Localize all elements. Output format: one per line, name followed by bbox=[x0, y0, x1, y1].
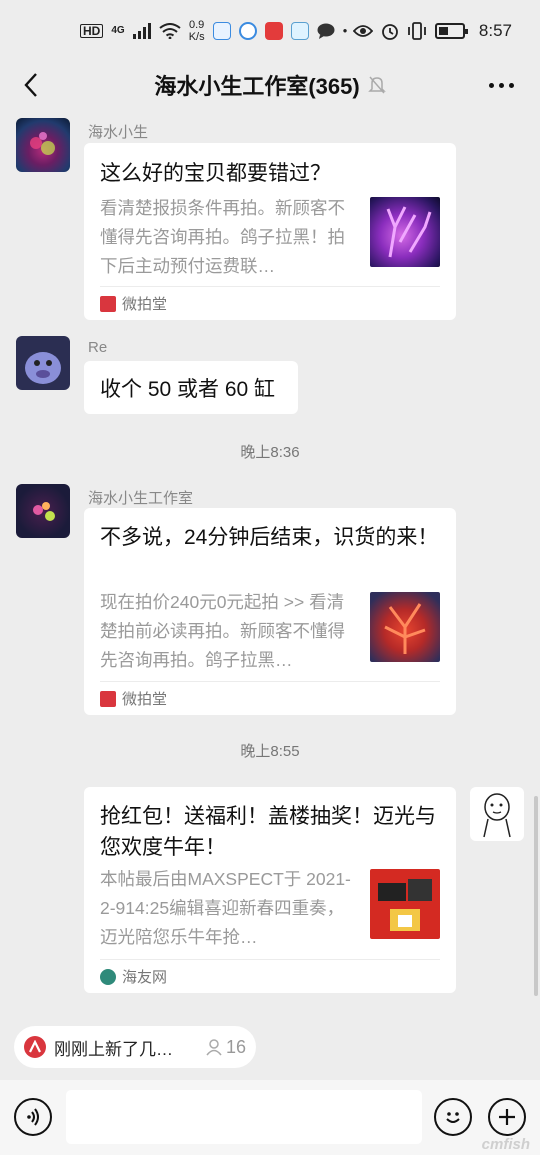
weipaitang-logo-icon bbox=[100, 295, 116, 312]
doodle-face-icon bbox=[483, 793, 511, 838]
cartoon-avatar-icon bbox=[25, 352, 61, 384]
source-name: 海友网 bbox=[122, 969, 168, 986]
text-message[interactable]: 收个 50 或者 60 缸 bbox=[84, 361, 298, 414]
card-thumbnail bbox=[370, 592, 440, 662]
promo-image bbox=[378, 879, 432, 931]
more-options-button[interactable] bbox=[486, 70, 516, 100]
emoji-button[interactable] bbox=[434, 1098, 472, 1136]
chat-bubble-icon bbox=[317, 23, 335, 39]
app-notification-icon bbox=[290, 22, 309, 40]
dot-icon bbox=[498, 82, 504, 88]
avatar[interactable] bbox=[16, 118, 70, 172]
speed-unit: K/s bbox=[188, 31, 205, 43]
dot-icon bbox=[508, 82, 514, 88]
card-source: 海友网 bbox=[100, 959, 440, 993]
hd-indicator: HD bbox=[80, 24, 104, 38]
scrollbar[interactable] bbox=[534, 796, 538, 996]
clock: 8:57 bbox=[478, 21, 512, 40]
announcement-text: 刚刚上新了几… bbox=[54, 1039, 173, 1059]
count-value: 16 bbox=[225, 1036, 246, 1057]
chat-header: 海水小生工作室(365) bbox=[0, 62, 540, 108]
card-thumbnail bbox=[370, 869, 440, 939]
eye-icon bbox=[352, 25, 373, 37]
app-notification-icon bbox=[264, 22, 283, 40]
page-title: 海水小生工作室(365) bbox=[154, 69, 386, 101]
app-notification-icon bbox=[212, 22, 231, 40]
weipaitang-logo-icon bbox=[100, 690, 116, 707]
status-right: 8:57 bbox=[352, 21, 512, 41]
card-title: 抢红包！送福利！盖楼抽奖！迈光与您欢度牛年！ bbox=[100, 805, 436, 859]
haiyouwang-logo-icon bbox=[100, 968, 116, 985]
status-left: HD 4G 0.9 K/s ● bbox=[80, 19, 347, 43]
coral-image bbox=[386, 206, 432, 258]
network-speed: 0.9 K/s bbox=[189, 19, 205, 43]
card-title: 这么好的宝贝都要错过？ bbox=[100, 162, 331, 185]
back-button[interactable] bbox=[14, 68, 48, 102]
card-thumbnail bbox=[370, 197, 440, 267]
source-name: 微拍堂 bbox=[122, 691, 168, 708]
watermark: cmfish bbox=[481, 1136, 530, 1153]
my-avatar[interactable] bbox=[470, 787, 524, 841]
avatar[interactable] bbox=[16, 336, 70, 390]
coral-image bbox=[384, 603, 426, 654]
link-card[interactable]: 不多说，24分钟后结束，识货的来！ 现在拍价240元0元起拍 >> 看清楚拍前必… bbox=[84, 508, 456, 715]
coral-avatar-icon bbox=[30, 132, 55, 155]
voice-button[interactable] bbox=[14, 1098, 52, 1136]
source-name: 微拍堂 bbox=[122, 296, 168, 313]
mute-bell-icon bbox=[367, 76, 386, 94]
message-input[interactable] bbox=[66, 1090, 422, 1144]
link-card[interactable]: 这么好的宝贝都要错过？ 看清楚报损条件再拍。新顾客不懂得先咨询再拍。鸽子拉黑！拍… bbox=[84, 143, 456, 320]
participant-count: 16 bbox=[205, 1037, 246, 1058]
voice-icon bbox=[27, 1108, 39, 1126]
link-card[interactable]: 抢红包！送福利！盖楼抽奖！迈光与您欢度牛年！ 本帖最后由MAXSPECT于 20… bbox=[84, 787, 456, 993]
alarm-icon bbox=[382, 24, 398, 40]
sender-name: Re bbox=[88, 339, 108, 356]
card-source: 微拍堂 bbox=[100, 681, 440, 715]
network-type: 4G bbox=[111, 25, 125, 36]
card-description: 现在拍价240元0元起拍 >> 看清楚拍前必读再拍。新顾客不懂得先咨询再拍。鸽子… bbox=[100, 592, 345, 670]
group-name: 海水小生工作室(365) bbox=[154, 74, 360, 99]
timestamp: 晚上8:55 bbox=[240, 743, 300, 760]
more-actions-button[interactable] bbox=[488, 1098, 526, 1136]
person-icon bbox=[206, 1039, 222, 1056]
chevron-left-icon bbox=[24, 73, 37, 97]
signal-icon bbox=[132, 23, 151, 39]
group-announcement-chip[interactable]: 刚刚上新了几… 16 bbox=[14, 1026, 256, 1068]
smiley-icon bbox=[446, 1112, 460, 1123]
sender-name: 海水小生工作室 bbox=[88, 490, 194, 507]
speed-value: 0.9 bbox=[188, 19, 205, 31]
coral-avatar-icon bbox=[33, 502, 55, 521]
timestamp: 晚上8:36 bbox=[240, 444, 300, 461]
card-description: 看清楚报损条件再拍。新顾客不懂得先咨询再拍。鸽子拉黑！拍下后主动预付运费联… bbox=[100, 198, 345, 276]
vibrate-icon bbox=[408, 22, 426, 40]
plus-icon bbox=[499, 1109, 515, 1125]
sender-name: 海水小生 bbox=[88, 124, 149, 141]
dot-icon bbox=[488, 82, 494, 88]
status-bar: HD 4G 0.9 K/s ● 8:57 bbox=[0, 0, 540, 62]
dot-icon: ● bbox=[342, 26, 348, 35]
card-description: 本帖最后由MAXSPECT于 2021-2-914:25编辑喜迎新春四重奏，迈光… bbox=[100, 869, 351, 947]
card-title: 不多说，24分钟后结束，识货的来！ bbox=[100, 526, 439, 549]
weipaitang-logo-icon bbox=[24, 1036, 46, 1058]
app-notification-icon bbox=[238, 22, 257, 40]
input-bar: cmfish bbox=[0, 1080, 540, 1155]
card-source: 微拍堂 bbox=[100, 286, 440, 320]
battery-icon bbox=[434, 23, 468, 39]
avatar[interactable] bbox=[16, 484, 70, 538]
wifi-icon bbox=[159, 23, 181, 39]
message-text: 收个 50 或者 60 缸 bbox=[100, 377, 276, 401]
